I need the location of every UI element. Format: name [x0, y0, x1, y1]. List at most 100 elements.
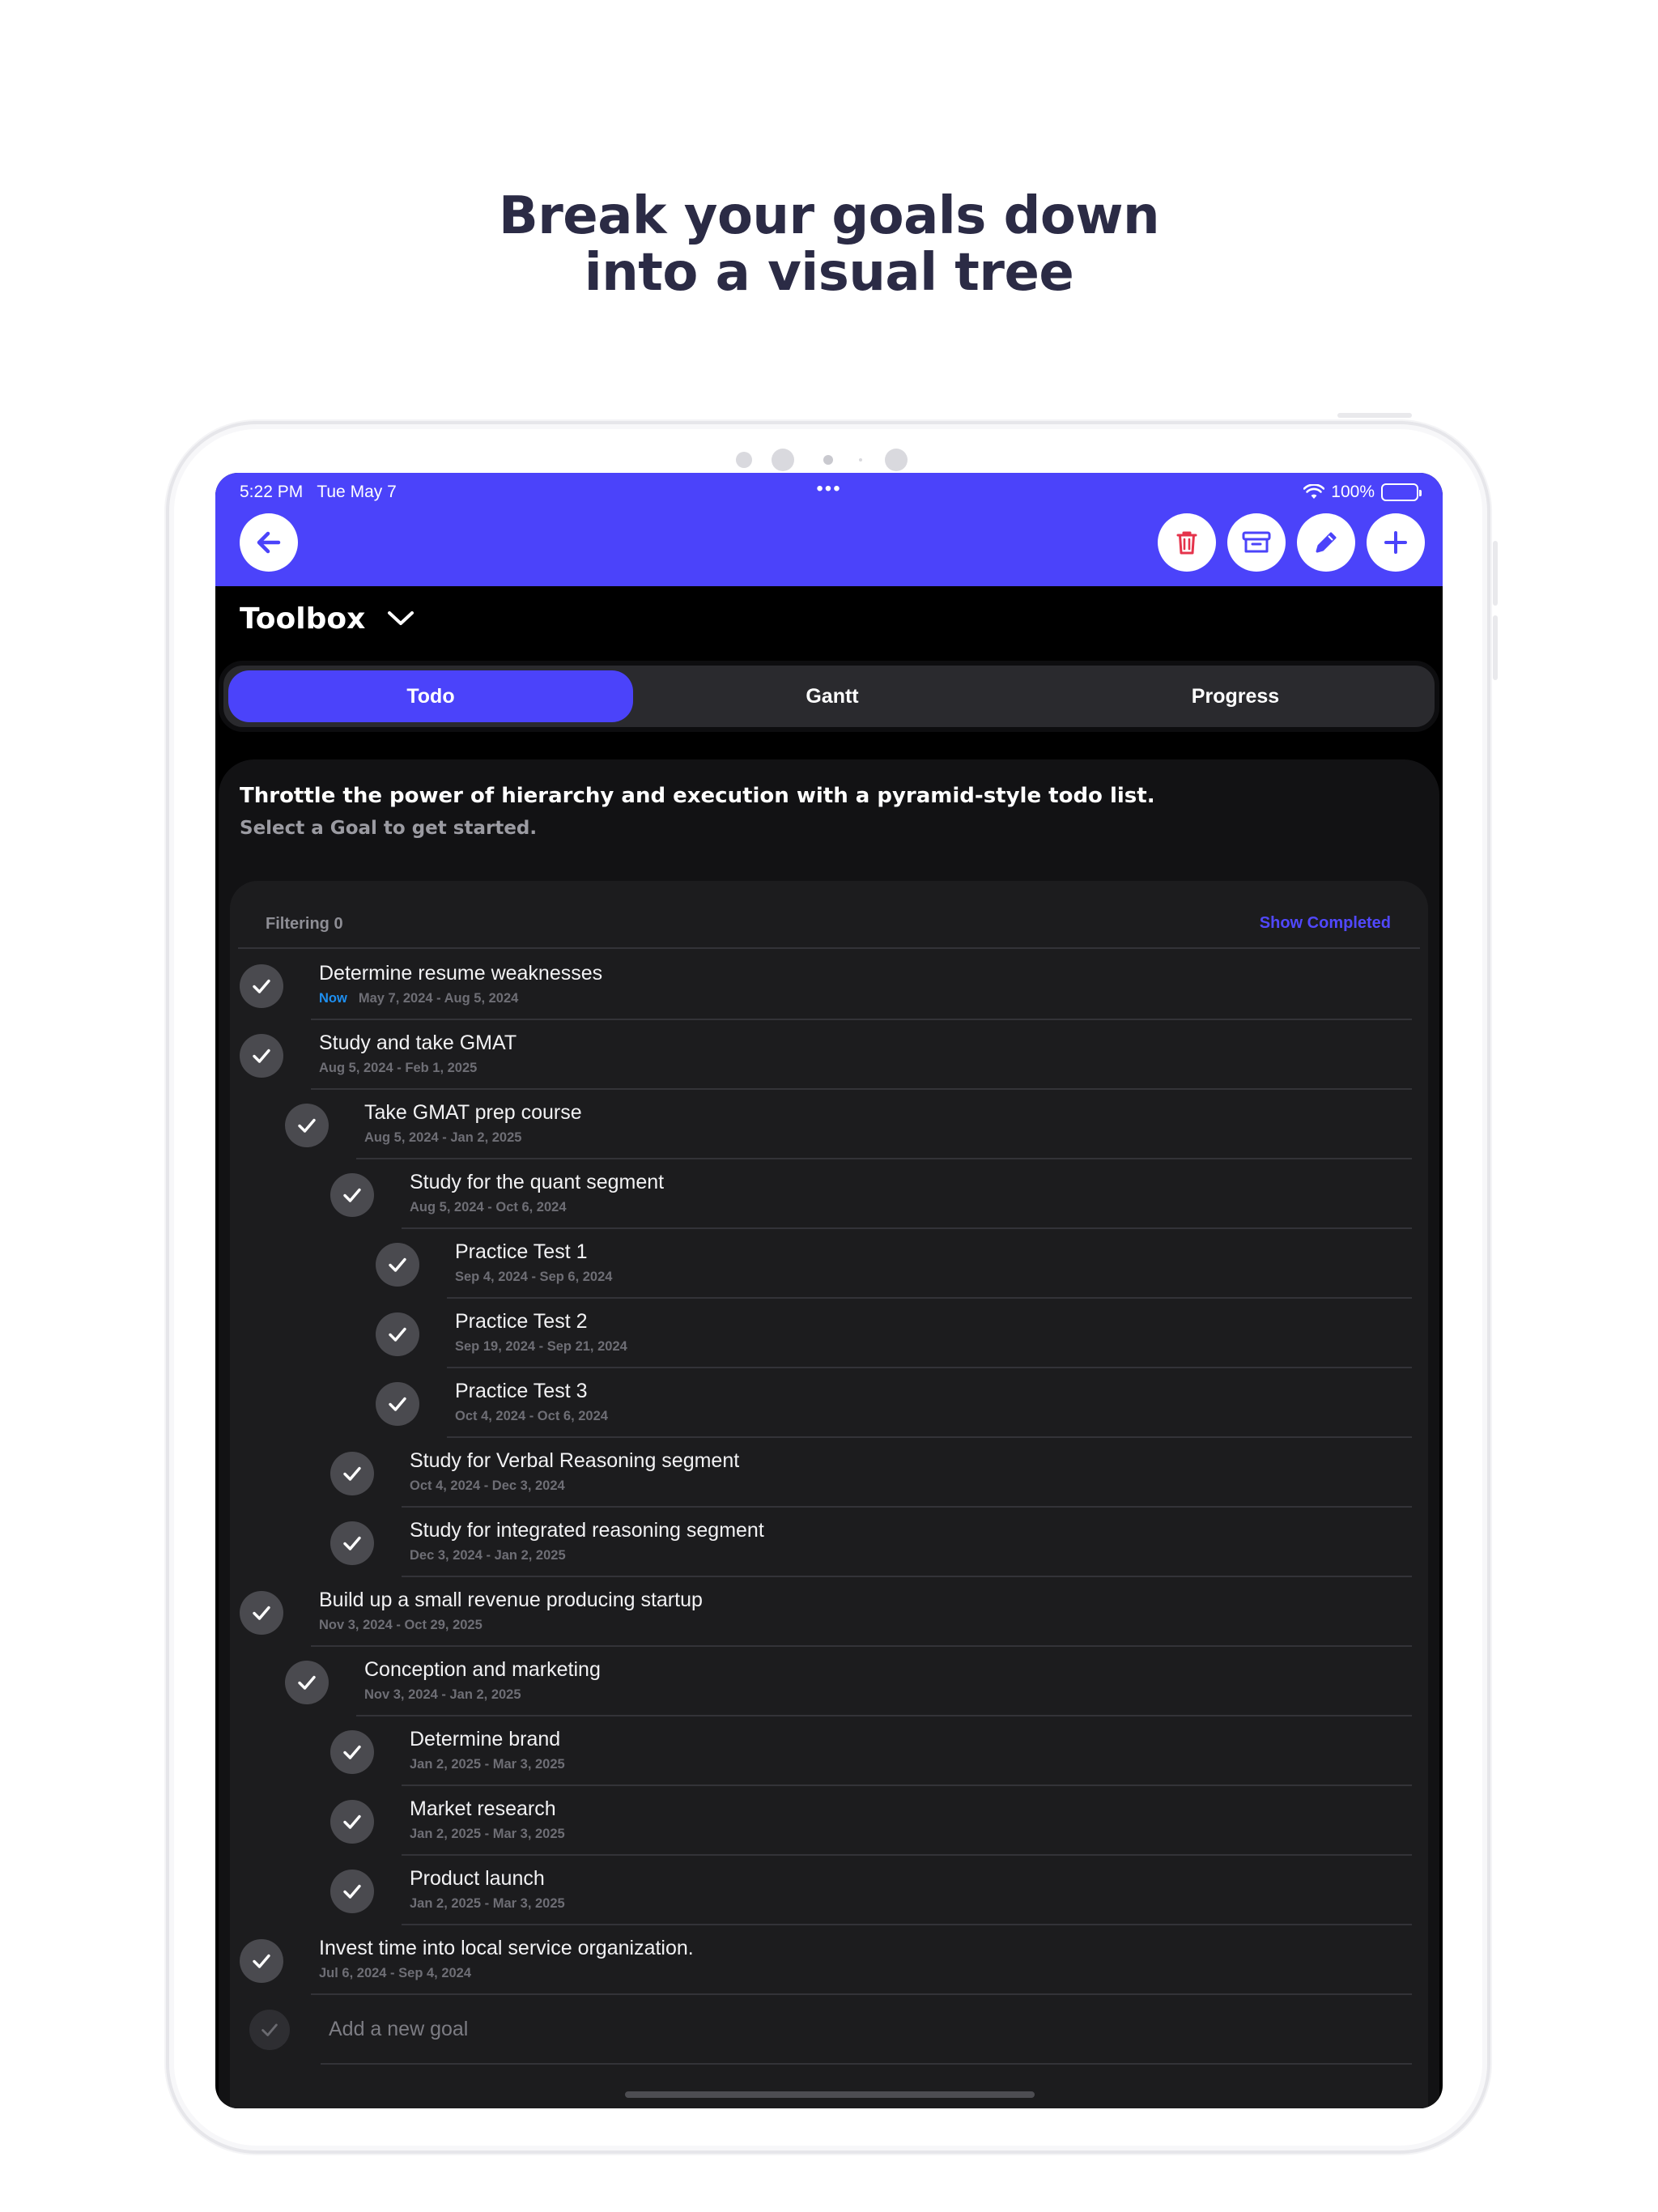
pencil-icon [1316, 532, 1337, 553]
complete-toggle[interactable] [285, 1104, 329, 1147]
back-button[interactable] [240, 513, 298, 572]
goal-dates-line: Jan 2, 2025 - Mar 3, 2025 [410, 1896, 565, 1912]
goal-dates-line: Nov 3, 2024 - Jan 2, 2025 [364, 1687, 521, 1703]
header-bar: 5:22 PM Tue May 7 ••• 100% [215, 473, 1443, 586]
app-screen: 5:22 PM Tue May 7 ••• 100% Toolbox Todo … [215, 473, 1443, 2108]
complete-toggle[interactable] [285, 1661, 329, 1704]
add-goal-row[interactable]: Add a new goal [230, 1995, 1412, 2065]
goal-dates: May 7, 2024 - Aug 5, 2024 [358, 991, 519, 1006]
goal-row[interactable]: Study for integrated reasoning segment De… [230, 1508, 1412, 1577]
goal-title: Practice Test 2 [455, 1310, 588, 1333]
complete-toggle[interactable] [330, 1800, 374, 1844]
goal-title: Practice Test 3 [455, 1380, 588, 1402]
battery-icon [1381, 483, 1422, 501]
volume-down-button [1493, 615, 1498, 680]
goal-row[interactable]: Practice Test 2 Sep 19, 2024 - Sep 21, 20… [230, 1299, 1412, 1368]
status-right: 100% [1303, 483, 1422, 502]
goal-dates-line: Dec 3, 2024 - Jan 2, 2025 [410, 1548, 566, 1563]
complete-toggle[interactable] [330, 1452, 374, 1495]
add-goal-toggle [249, 2010, 290, 2050]
checkmark-icon [261, 2023, 278, 2036]
goal-row[interactable]: Product launch Jan 2, 2025 - Mar 3, 2025 [230, 1856, 1412, 1925]
trash-icon [1176, 531, 1197, 555]
intro-subtitle: Select a Goal to get started. [240, 818, 538, 839]
goal-dates: Nov 3, 2024 - Oct 29, 2025 [319, 1618, 483, 1632]
goal-row[interactable]: Study for Verbal Reasoning segment Oct 4,… [230, 1438, 1412, 1508]
add-button[interactable] [1367, 513, 1425, 572]
goal-row[interactable]: Determine brand Jan 2, 2025 - Mar 3, 2025 [230, 1716, 1412, 1786]
goal-title: Study and take GMAT [319, 1032, 517, 1054]
complete-toggle[interactable] [330, 1521, 374, 1565]
add-goal-input[interactable]: Add a new goal [329, 2018, 468, 2041]
goal-row[interactable]: Study and take GMAT Aug 5, 2024 - Feb 1, … [230, 1020, 1412, 1090]
tab-progress[interactable]: Progress [1033, 670, 1438, 722]
top-button [1337, 413, 1412, 418]
complete-toggle[interactable] [376, 1382, 419, 1426]
goal-dates: Sep 4, 2024 - Sep 6, 2024 [455, 1270, 613, 1284]
goal-row[interactable]: Study for the quant segment Aug 5, 2024 -… [230, 1159, 1412, 1229]
tab-gantt[interactable]: Gantt [630, 670, 1035, 722]
goal-dates-line: Oct 4, 2024 - Oct 6, 2024 [455, 1409, 608, 1424]
complete-toggle[interactable] [330, 1173, 374, 1217]
checkmark-icon [343, 1814, 361, 1829]
complete-toggle[interactable] [240, 1034, 283, 1078]
status-bar: 5:22 PM Tue May 7 ••• 100% [240, 478, 1422, 505]
headline-line-2: into a visual tree [584, 243, 1074, 303]
goal-row[interactable]: Market research Jan 2, 2025 - Mar 3, 2025 [230, 1786, 1412, 1856]
goal-dates-line: Aug 5, 2024 - Feb 1, 2025 [319, 1061, 477, 1076]
checkmark-icon [343, 1536, 361, 1551]
goal-dates-line: Jul 6, 2024 - Sep 4, 2024 [319, 1966, 471, 1981]
archive-button[interactable] [1227, 513, 1286, 572]
checkmark-icon [343, 1884, 361, 1899]
complete-toggle[interactable] [240, 1939, 283, 1983]
complete-toggle[interactable] [330, 1730, 374, 1774]
complete-toggle[interactable] [240, 1591, 283, 1635]
goal-dates: Oct 4, 2024 - Dec 3, 2024 [410, 1478, 565, 1493]
home-indicator[interactable] [625, 2091, 1035, 2098]
edit-button[interactable] [1297, 513, 1355, 572]
goal-title: Determine resume weaknesses [319, 962, 603, 985]
battery-percent: 100% [1331, 483, 1375, 501]
goal-title: Product launch [410, 1867, 545, 1890]
toolbox-selector[interactable]: Toolbox [215, 586, 1443, 659]
plus-icon [1384, 531, 1407, 554]
checkmark-icon [253, 1606, 270, 1620]
marketing-headline: Break your goals down into a visual tree [0, 188, 1658, 301]
now-badge: Now [319, 991, 347, 1006]
complete-toggle[interactable] [330, 1870, 374, 1913]
goal-dates-line: Nov 3, 2024 - Oct 29, 2025 [319, 1618, 483, 1633]
goal-dates-line: Jan 2, 2025 - Mar 3, 2025 [410, 1827, 565, 1842]
goal-dates-line: Aug 5, 2024 - Oct 6, 2024 [410, 1200, 567, 1215]
intro-title: Throttle the power of hierarchy and exec… [240, 784, 1155, 808]
goal-title: Determine brand [410, 1728, 561, 1750]
checkmark-icon [253, 1049, 270, 1063]
complete-toggle[interactable] [376, 1312, 419, 1356]
goal-row[interactable]: Practice Test 3 Oct 4, 2024 - Oct 6, 2024 [230, 1368, 1412, 1438]
goal-dates-line: Now May 7, 2024 - Aug 5, 2024 [319, 991, 518, 1006]
chevron-down-icon[interactable] [385, 609, 416, 628]
delete-button[interactable] [1158, 513, 1216, 572]
goal-row[interactable]: Take GMAT prep course Aug 5, 2024 - Jan 2… [230, 1090, 1412, 1159]
checkmark-icon [298, 1118, 316, 1133]
toolbox-title: Toolbox [240, 602, 366, 636]
goal-row[interactable]: Build up a small revenue producing start… [230, 1577, 1412, 1647]
archive-icon [1242, 531, 1271, 553]
goal-row[interactable]: Determine resume weaknesses Now May 7, 202… [230, 951, 1412, 1020]
goal-dates: Nov 3, 2024 - Jan 2, 2025 [364, 1687, 521, 1702]
view-tabs: Todo Gantt Progress [219, 661, 1439, 732]
multitasking-dots[interactable]: ••• [816, 478, 841, 500]
camera-array [169, 449, 1487, 473]
goal-row[interactable]: Practice Test 1 Sep 4, 2024 - Sep 6, 2024 [230, 1229, 1412, 1299]
show-completed-button[interactable]: Show Completed [1260, 914, 1391, 933]
todo-panel: Throttle the power of hierarchy and exec… [219, 759, 1439, 2108]
checkmark-icon [389, 1397, 406, 1411]
tab-todo[interactable]: Todo [228, 670, 633, 722]
filter-count: Filtering 0 [266, 915, 343, 933]
goal-title: Take GMAT prep course [364, 1101, 582, 1124]
goal-dates-line: Sep 4, 2024 - Sep 6, 2024 [455, 1270, 612, 1285]
goal-dates-line: Jan 2, 2025 - Mar 3, 2025 [410, 1757, 565, 1772]
complete-toggle[interactable] [376, 1243, 419, 1287]
goal-row[interactable]: Conception and marketing Nov 3, 2024 - Ja… [230, 1647, 1412, 1716]
complete-toggle[interactable] [240, 964, 283, 1008]
goal-row[interactable]: Invest time into local service organizat… [230, 1925, 1412, 1995]
